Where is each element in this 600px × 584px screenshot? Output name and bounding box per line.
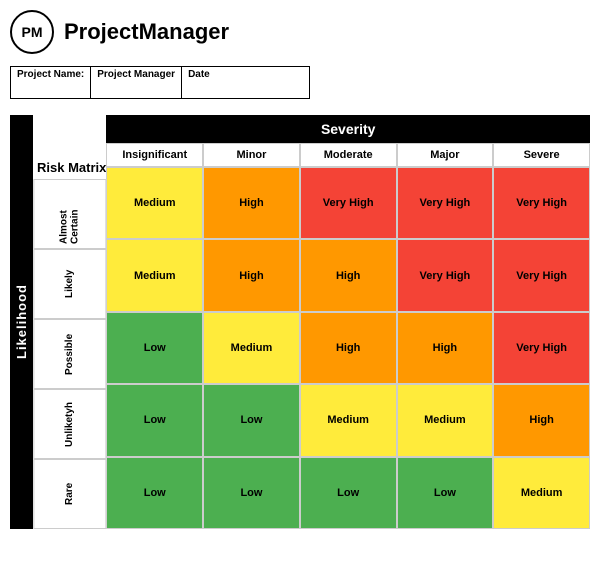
col-headers: InsignificantMinorModerateMajorSevere [106, 143, 590, 167]
grid-cell: Low [106, 312, 203, 384]
row-labels: Almost CertainLikelyPossibleUnliketyhRar… [33, 179, 106, 529]
col-header: Severe [493, 143, 590, 167]
project-info: Project Name: Project Manager Date [10, 66, 310, 99]
grid-cell: High [203, 167, 300, 239]
grid-cell: Low [203, 384, 300, 456]
date-label: Date [188, 69, 210, 80]
row-label: Rare [33, 459, 106, 529]
col-header: Moderate [300, 143, 397, 167]
grid-row: MediumHighVery HighVery HighVery High [106, 167, 590, 239]
grid-cell: High [493, 384, 590, 456]
grid-cell: Medium [106, 239, 203, 311]
col-header: Minor [203, 143, 300, 167]
date-value [188, 80, 210, 96]
grid-cell: Low [203, 457, 300, 529]
project-manager-value [97, 80, 175, 96]
row-label: Likely [33, 249, 106, 319]
app-title: ProjectManager [64, 19, 229, 45]
grid-cell: High [397, 312, 494, 384]
row-label: Unliketyh [33, 389, 106, 459]
grid-cell: High [300, 312, 397, 384]
grid-cell: High [203, 239, 300, 311]
grid-row: LowMediumHighHighVery High [106, 312, 590, 384]
grid-cell: Medium [397, 384, 494, 456]
grid-cell: Very High [493, 312, 590, 384]
grid-cell: Low [106, 457, 203, 529]
date-cell: Date [182, 67, 216, 98]
left-section: Risk Matrix Almost CertainLikelyPossible… [33, 115, 106, 529]
grid-cell: Medium [493, 457, 590, 529]
pm-logo: PM [10, 10, 54, 54]
grid-rows: MediumHighVery HighVery HighVery HighMed… [106, 167, 590, 529]
grid-cell: Medium [300, 384, 397, 456]
col-header: Major [397, 143, 494, 167]
grid-cell: Low [106, 384, 203, 456]
grid-row: LowLowLowLowMedium [106, 457, 590, 529]
grid-cell: Low [397, 457, 494, 529]
grid-cell: Medium [203, 312, 300, 384]
likelihood-label: Likelihood [10, 115, 33, 529]
risk-matrix-wrapper: Likelihood Risk Matrix Almost CertainLik… [10, 115, 590, 529]
row-label: Possible [33, 319, 106, 389]
severity-header: Severity InsignificantMinorModerateMajor… [106, 115, 590, 167]
project-name-label: Project Name: [17, 69, 84, 80]
grid-cell: Very High [493, 239, 590, 311]
project-name-cell: Project Name: [11, 67, 91, 98]
project-manager-label: Project Manager [97, 69, 175, 80]
main-grid: Severity InsignificantMinorModerateMajor… [106, 115, 590, 529]
grid-row: LowLowMediumMediumHigh [106, 384, 590, 456]
grid-cell: Very High [300, 167, 397, 239]
row-label: Almost Certain [33, 179, 106, 249]
grid-cell: Very High [493, 167, 590, 239]
header: PM ProjectManager [10, 10, 590, 54]
col-header: Insignificant [106, 143, 203, 167]
grid-cell: High [300, 239, 397, 311]
risk-matrix-label: Risk Matrix [33, 115, 106, 179]
grid-row: MediumHighHighVery HighVery High [106, 239, 590, 311]
severity-title: Severity [106, 115, 590, 143]
grid-cell: Medium [106, 167, 203, 239]
grid-cell: Low [300, 457, 397, 529]
grid-cell: Very High [397, 239, 494, 311]
project-manager-cell: Project Manager [91, 67, 182, 98]
project-name-value [17, 80, 84, 96]
grid-cell: Very High [397, 167, 494, 239]
